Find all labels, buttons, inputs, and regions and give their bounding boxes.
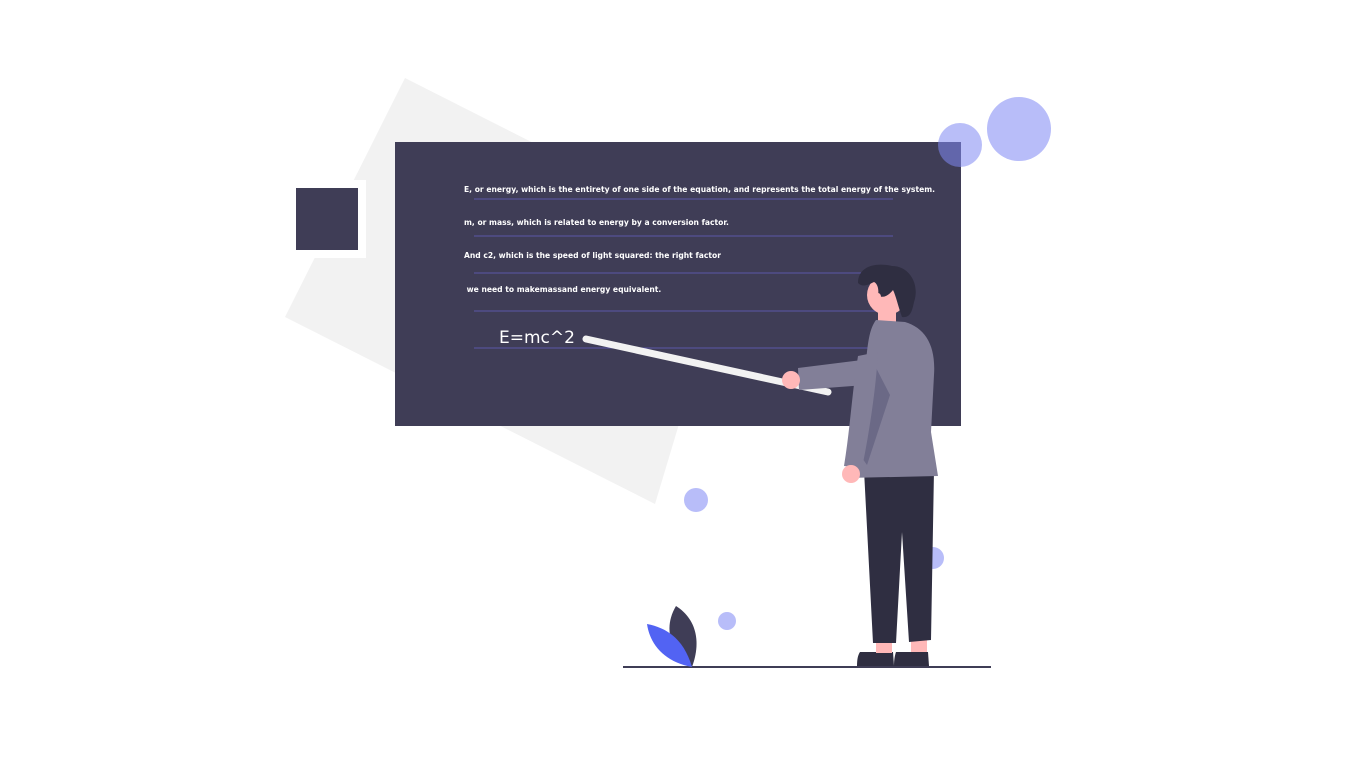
- board-formula: E=mc^2: [499, 328, 575, 348]
- board-line-2: m, or mass, which is related to energy b…: [464, 218, 729, 227]
- board-line-4: we need to makemassand energy equivalent…: [464, 285, 662, 294]
- leaf-plant-icon: [647, 606, 697, 667]
- bubble-icon: [718, 612, 736, 630]
- bubble-icon: [987, 97, 1051, 161]
- board-line-1: E, or energy, which is the entirety of o…: [464, 185, 936, 194]
- bubble-icon: [684, 488, 708, 512]
- board-line-3: And c2, which is the speed of light squa…: [464, 251, 721, 260]
- bubble-icon: [938, 123, 982, 167]
- framed-square: [296, 188, 358, 250]
- illustration-canvas: [285, 78, 1051, 668]
- illustration-scene: E, or energy, which is the entirety of o…: [0, 0, 1366, 768]
